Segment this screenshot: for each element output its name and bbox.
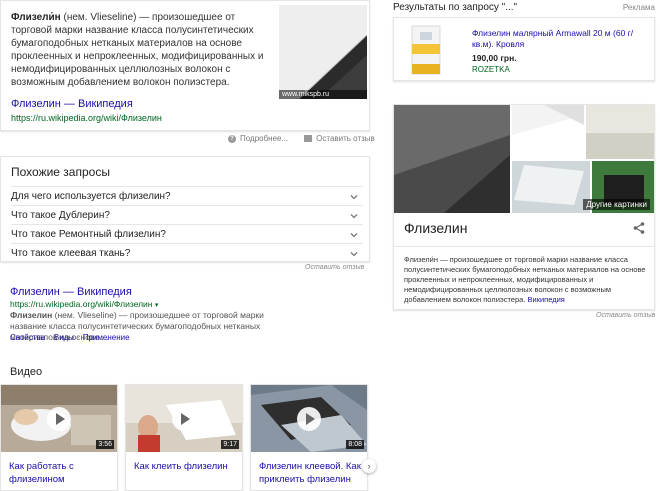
- image-credit: www.mikspb.ru: [279, 90, 367, 99]
- related-question[interactable]: Что такое Дублерин?: [11, 205, 363, 224]
- question-text: Что такое Ремонтный флизелин?: [11, 229, 166, 240]
- snippet-feedback-row: ? Подробнее... Оставить отзыв: [228, 134, 375, 143]
- kp-desc-text: Флизели́н — произошедшее от торговой мар…: [404, 255, 646, 304]
- snippet-link-url[interactable]: https://ru.wikipedia.org/wiki/Флизелин: [11, 113, 162, 123]
- related-question[interactable]: Что такое клеевая ткань?: [11, 243, 363, 262]
- featured-snippet: Флизели́н (нем. Vlieseline) — произошедш…: [0, 0, 370, 131]
- gallery-images: [394, 105, 654, 213]
- carousel-next-button[interactable]: ›: [362, 459, 376, 473]
- url-dropdown-icon[interactable]: ▾: [155, 302, 159, 309]
- play-icon: [172, 407, 196, 431]
- video-title[interactable]: Как клеить флизелин: [134, 460, 238, 473]
- product-image[interactable]: [408, 24, 444, 76]
- video-title[interactable]: Как работать с флизелином: [9, 460, 113, 486]
- feedback-icon: [304, 135, 313, 142]
- ads-label: Реклама: [622, 3, 655, 12]
- fabric-photo: [279, 5, 367, 99]
- related-questions: Похожие запросы Для чего используется фл…: [0, 156, 370, 262]
- result-desc-term: Флизелин: [10, 310, 53, 320]
- video-card[interactable]: 9:17 Как клеить флизелин: [125, 384, 243, 491]
- product-seller: ROZETKA: [472, 65, 510, 74]
- related-title: Похожие запросы: [11, 165, 110, 179]
- kp-source-link[interactable]: Википедия: [528, 295, 565, 304]
- help-icon: ?: [228, 134, 236, 143]
- sitelink[interactable]: Применение: [83, 333, 130, 342]
- snippet-body: (нем. Vlieseline) — произошедшее от торг…: [11, 12, 264, 88]
- product-ad[interactable]: Флизелин малярный Armawall 20 м (60 г/кв…: [393, 17, 655, 81]
- feedback-link[interactable]: Оставить отзыв: [316, 134, 375, 143]
- related-question[interactable]: Что такое Ремонтный флизелин?: [11, 224, 363, 243]
- about-link[interactable]: Подробнее...: [240, 134, 288, 143]
- chevron-down-icon: [349, 206, 359, 225]
- sitelink[interactable]: Свойства: [10, 333, 45, 342]
- result-title[interactable]: Флизелин — Википедия: [10, 286, 132, 298]
- ads-header-title: Результаты по запросу "...": [393, 2, 518, 13]
- knowledge-panel: Другие картинки Флизелин Флизели́н — про…: [393, 104, 655, 310]
- question-text: Для чего используется флизелин?: [11, 191, 171, 202]
- play-icon: [47, 407, 71, 431]
- video-thumbnail[interactable]: 9:17: [126, 385, 242, 452]
- video-card[interactable]: 3:56 Как работать с флизелином: [0, 384, 118, 491]
- related-feedback-link[interactable]: Оставить отзыв: [305, 264, 364, 271]
- related-question[interactable]: Для чего используется флизелин?: [11, 186, 363, 205]
- snippet-image[interactable]: www.mikspb.ru: [279, 5, 367, 99]
- kp-title: Флизелин: [404, 220, 468, 236]
- video-title[interactable]: Флизелин клеевой. Как приклеить флизелин: [259, 460, 363, 486]
- share-icon[interactable]: [632, 221, 646, 235]
- chevron-down-icon: [349, 187, 359, 206]
- kp-description: Флизели́н — произошедшее от торговой мар…: [404, 255, 650, 305]
- image-gallery[interactable]: Другие картинки: [394, 105, 654, 213]
- result-sitelinks: Свойства · Виды · Применение: [10, 333, 130, 342]
- snippet-term: Флизели́н: [11, 12, 61, 23]
- result-url-text: https://ru.wikipedia.org/wiki/Флизелин: [10, 299, 153, 309]
- snippet-link-title[interactable]: Флизелин — Википедия: [11, 98, 133, 110]
- product-title[interactable]: Флизелин малярный Armawall 20 м (60 г/кв…: [472, 28, 650, 50]
- video-card[interactable]: 8:08 Флизелин клеевой. Как приклеить фли…: [250, 384, 368, 491]
- sitelink[interactable]: Виды: [54, 333, 74, 342]
- kp-divider: [394, 246, 654, 247]
- video-heading: Видео: [10, 366, 43, 378]
- video-thumbnail[interactable]: 3:56: [1, 385, 117, 452]
- play-icon: [297, 407, 321, 431]
- ads-header: Результаты по запросу "..." Реклама: [393, 2, 655, 13]
- snippet-text: Флизели́н (нем. Vlieseline) — произошедш…: [11, 11, 273, 89]
- question-text: Что такое Дублерин?: [11, 210, 110, 221]
- product-price: 190,00 грн.: [472, 53, 517, 63]
- video-duration: 3:56: [96, 440, 114, 449]
- question-text: Что такое клеевая ткань?: [11, 248, 131, 259]
- chevron-down-icon: [349, 244, 359, 263]
- video-thumbnail[interactable]: 8:08: [251, 385, 367, 452]
- video-duration: 8:08: [346, 440, 364, 449]
- chevron-down-icon: [349, 225, 359, 244]
- video-duration: 9:17: [221, 440, 239, 449]
- kp-feedback-link[interactable]: Оставить отзыв: [596, 312, 655, 319]
- more-images-button[interactable]: Другие картинки: [583, 199, 650, 210]
- result-url: https://ru.wikipedia.org/wiki/Флизелин ▾: [10, 299, 158, 309]
